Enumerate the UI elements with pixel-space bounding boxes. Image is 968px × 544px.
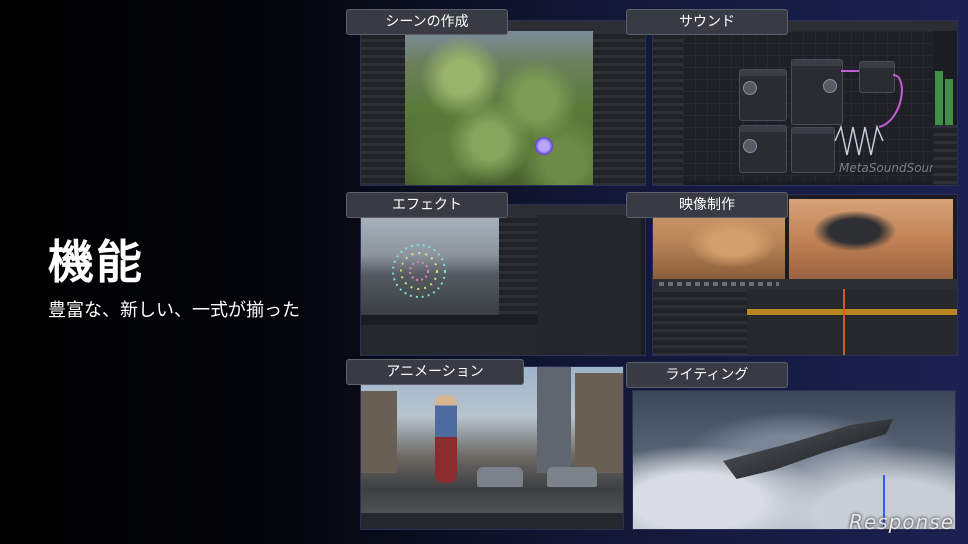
response-logo: Response xyxy=(849,510,954,534)
building xyxy=(537,367,571,473)
sound-label: サウンド xyxy=(626,9,788,35)
building xyxy=(575,373,623,473)
sequencer-toolbar xyxy=(653,279,957,289)
emitter-stack[interactable] xyxy=(499,215,537,315)
effect-properties[interactable] xyxy=(537,215,641,355)
page-subtitle: 豊富な、新しい、一式が揃った xyxy=(48,300,300,321)
sound-meter-panel xyxy=(933,125,957,185)
selected-track[interactable] xyxy=(747,309,957,315)
animated-character[interactable] xyxy=(435,395,457,483)
animation-label: アニメーション xyxy=(346,359,524,385)
effect-timeline[interactable] xyxy=(361,325,537,355)
particle-sphere xyxy=(392,244,446,298)
animation-panel xyxy=(360,366,624,530)
animation-viewport[interactable] xyxy=(361,367,623,529)
scene-outliner xyxy=(593,31,645,185)
scene-details-sidebar xyxy=(361,31,405,185)
node-wires xyxy=(834,70,903,156)
effect-viewport[interactable] xyxy=(361,215,499,315)
sound-panel: MetaSoundSource xyxy=(652,20,958,186)
playhead[interactable] xyxy=(843,289,845,355)
lighting-label: ライティング xyxy=(626,362,788,388)
sequencer-tracks[interactable] xyxy=(653,289,747,355)
sound-members-sidebar xyxy=(653,31,683,185)
animation-timeline[interactable] xyxy=(361,513,623,529)
scene-panel xyxy=(360,20,646,186)
parked-car xyxy=(477,467,523,487)
level-meter xyxy=(945,79,953,125)
metasound-watermark: MetaSoundSource xyxy=(839,161,949,175)
scene-label: シーンの作成 xyxy=(346,9,508,35)
video-label: 映像制作 xyxy=(626,192,788,218)
sound-node-graph[interactable] xyxy=(683,31,933,181)
sequencer-timeline[interactable] xyxy=(747,289,957,355)
effect-panel xyxy=(360,204,646,356)
scene-viewport[interactable] xyxy=(405,31,593,185)
page-heading: 機能 xyxy=(48,235,144,289)
building xyxy=(361,391,397,473)
camera-preview[interactable] xyxy=(789,199,953,279)
effect-label: エフェクト xyxy=(346,192,508,218)
character-marker xyxy=(535,137,553,155)
lighting-panel xyxy=(632,390,956,530)
video-panel xyxy=(652,194,958,356)
level-meter xyxy=(935,71,943,125)
parked-car xyxy=(547,467,597,487)
